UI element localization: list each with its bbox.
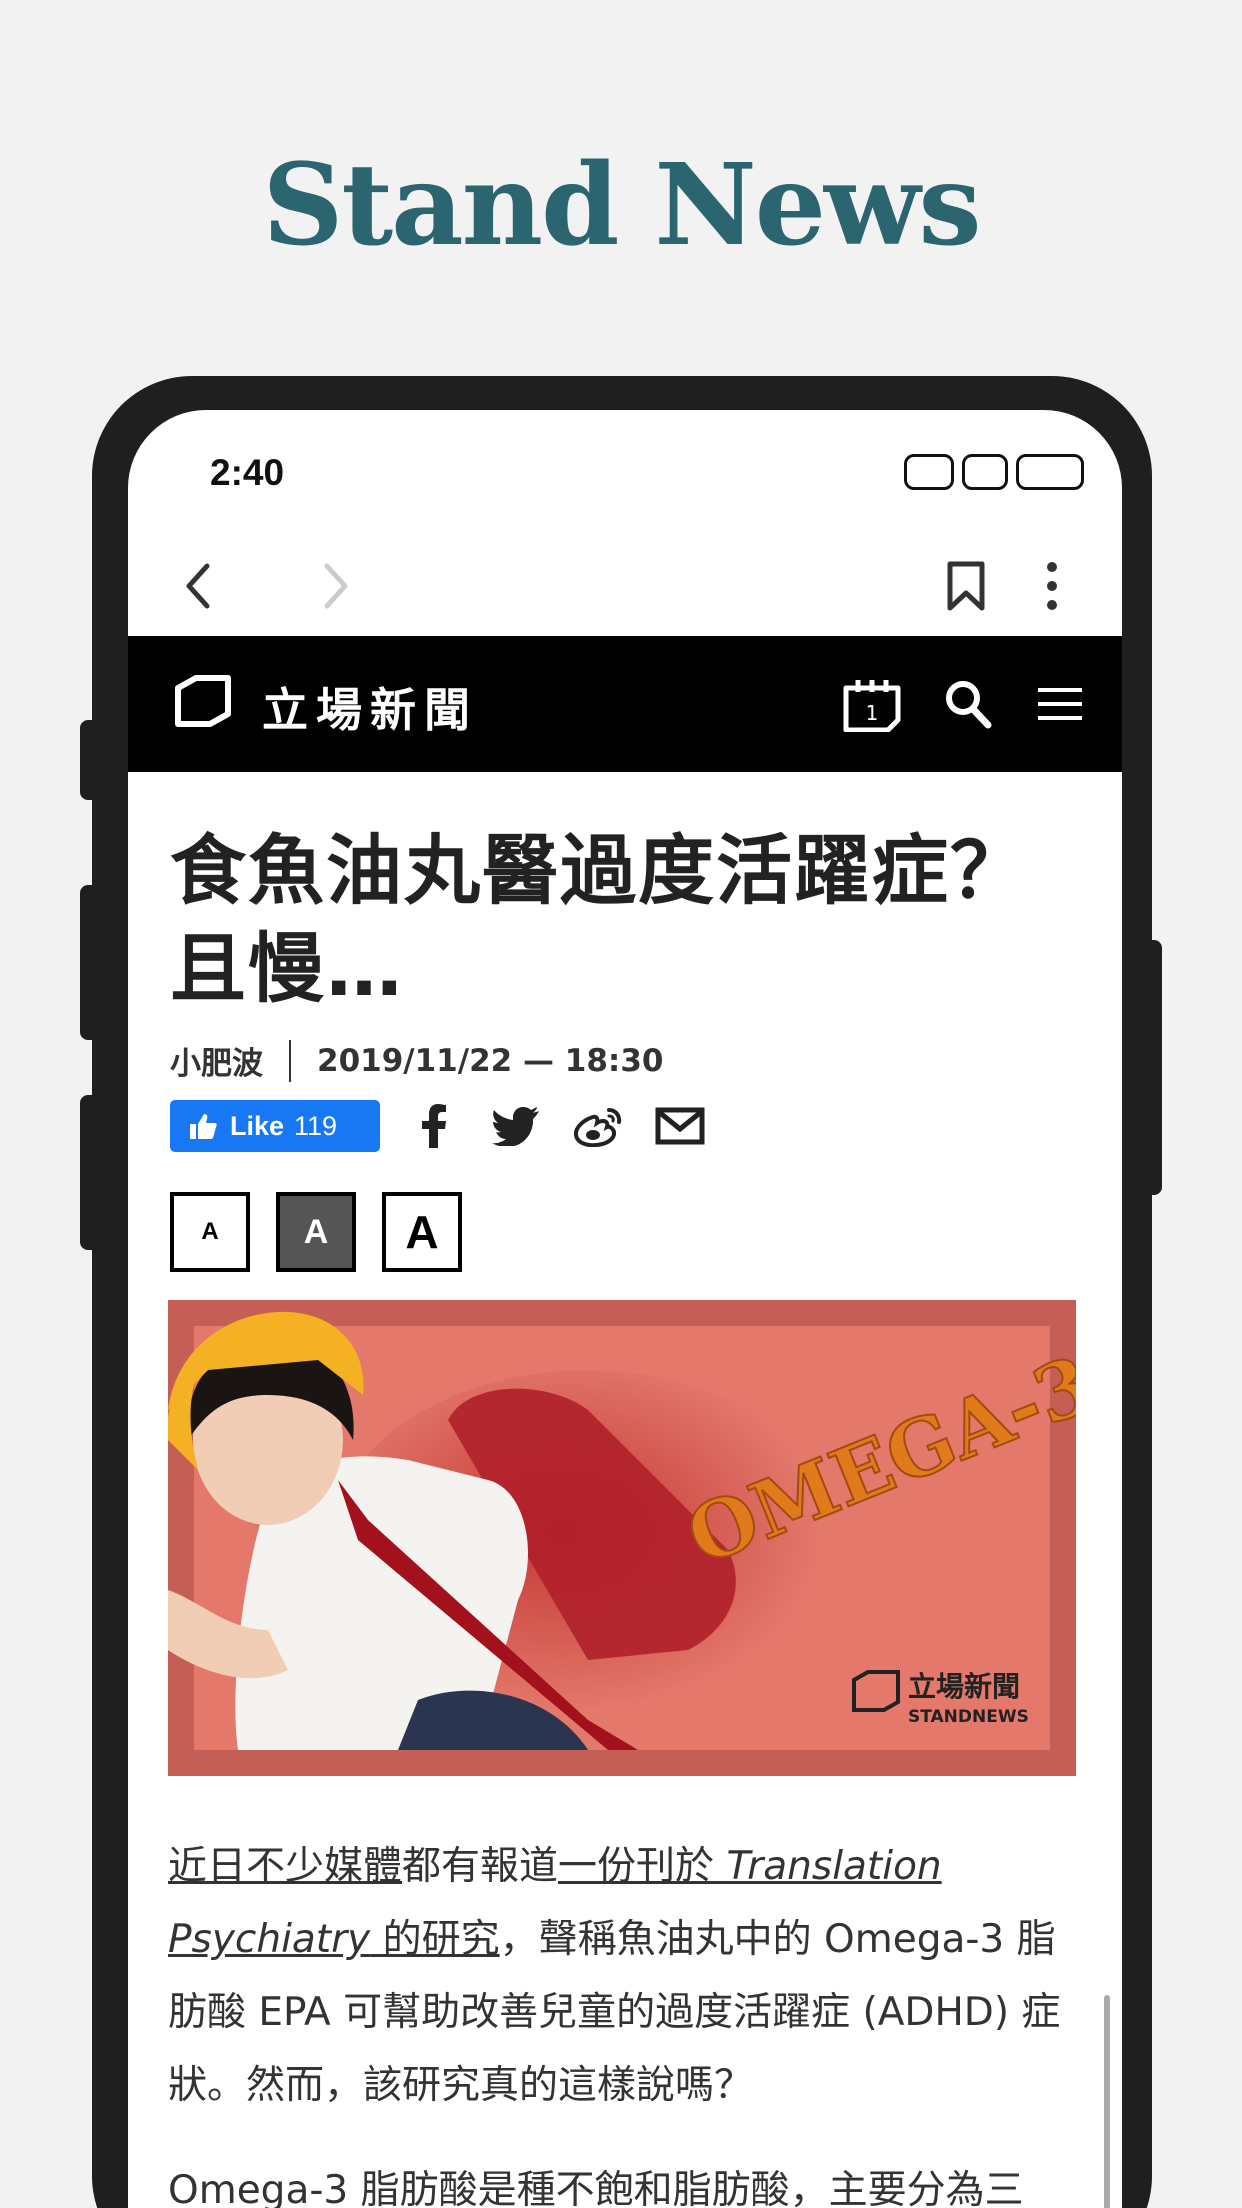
article-body: 近日不少媒體都有報道一份刊於 Translation Psychiatry 的研… [168, 1830, 1078, 2208]
study-link-prefix: 一份刊於 [558, 1844, 727, 1889]
site-header: 立場新聞 1 [128, 636, 1122, 772]
article-hero-image: OMEGA-3 立場新聞 STANDNEWS [168, 1300, 1076, 1776]
body-link-media-reports[interactable]: 近日不少媒體 [168, 1844, 402, 1889]
font-size-controls: A A A [170, 1192, 462, 1272]
chevron-left-icon[interactable] [170, 558, 226, 614]
publish-datetime: 2019/11/22 — 18:30 [317, 1042, 664, 1079]
site-name[interactable]: 立場新聞 [262, 674, 478, 740]
twitter-icon[interactable] [488, 1098, 544, 1154]
battery-icon [1016, 454, 1084, 490]
paragraph-1: 近日不少媒體都有報道一份刊於 Translation Psychiatry 的研… [168, 1830, 1078, 2122]
paragraph-2: Omega-3 脂肪酸是種不飽和脂肪酸，主要分為三 [168, 2168, 1024, 2208]
font-size-medium-button[interactable]: A [276, 1192, 356, 1272]
byline: 小肥波 2019/11/22 — 18:30 [170, 1038, 663, 1083]
facebook-icon[interactable] [406, 1098, 462, 1154]
like-label: Like [230, 1110, 285, 1141]
font-size-large-button[interactable]: A [382, 1192, 462, 1272]
browser-toolbar [128, 530, 1122, 636]
author-name[interactable]: 小肥波 [170, 1038, 263, 1083]
email-icon[interactable] [652, 1098, 708, 1154]
watermark-cn: 立場新聞 [908, 1670, 1020, 1703]
wifi-icon [962, 454, 1008, 490]
page-scrollbar[interactable] [1104, 1995, 1110, 2208]
facebook-like-button[interactable]: Like 119 [170, 1100, 380, 1152]
search-icon[interactable] [938, 676, 998, 732]
hamburger-menu-icon[interactable] [1030, 676, 1090, 732]
phone-screen: 2:40 立場新聞 1 食魚油丸醫過度活躍症？且慢… 小肥波 2019/11/2… [128, 410, 1122, 2208]
more-vertical-icon[interactable] [1024, 558, 1080, 614]
chevron-right-icon[interactable] [308, 558, 364, 614]
status-time: 2:40 [210, 452, 285, 493]
calendar-day: 1 [866, 701, 879, 725]
promo-title: Stand News [262, 140, 981, 271]
standnews-logo-icon[interactable] [172, 674, 234, 730]
share-row: Like 119 [170, 1098, 708, 1154]
calendar-icon[interactable]: 1 [842, 676, 902, 732]
watermark-en: STANDNEWS [908, 1707, 1029, 1727]
study-link-suffix: 的研究 [370, 1917, 500, 1962]
status-bar: 2:40 [128, 410, 1122, 530]
body-text-segment: 都有報道 [402, 1844, 559, 1889]
thumbs-up-icon [190, 1114, 217, 1139]
byline-divider [289, 1039, 291, 1082]
weibo-icon[interactable] [570, 1098, 626, 1154]
signal-icon [904, 454, 954, 490]
like-count: 119 [294, 1110, 338, 1141]
status-icons [904, 454, 1084, 490]
bookmark-icon[interactable] [938, 558, 994, 614]
font-size-small-button[interactable]: A [170, 1192, 250, 1272]
article-title: 食魚油丸醫過度活躍症？且慢… [170, 826, 1028, 1013]
